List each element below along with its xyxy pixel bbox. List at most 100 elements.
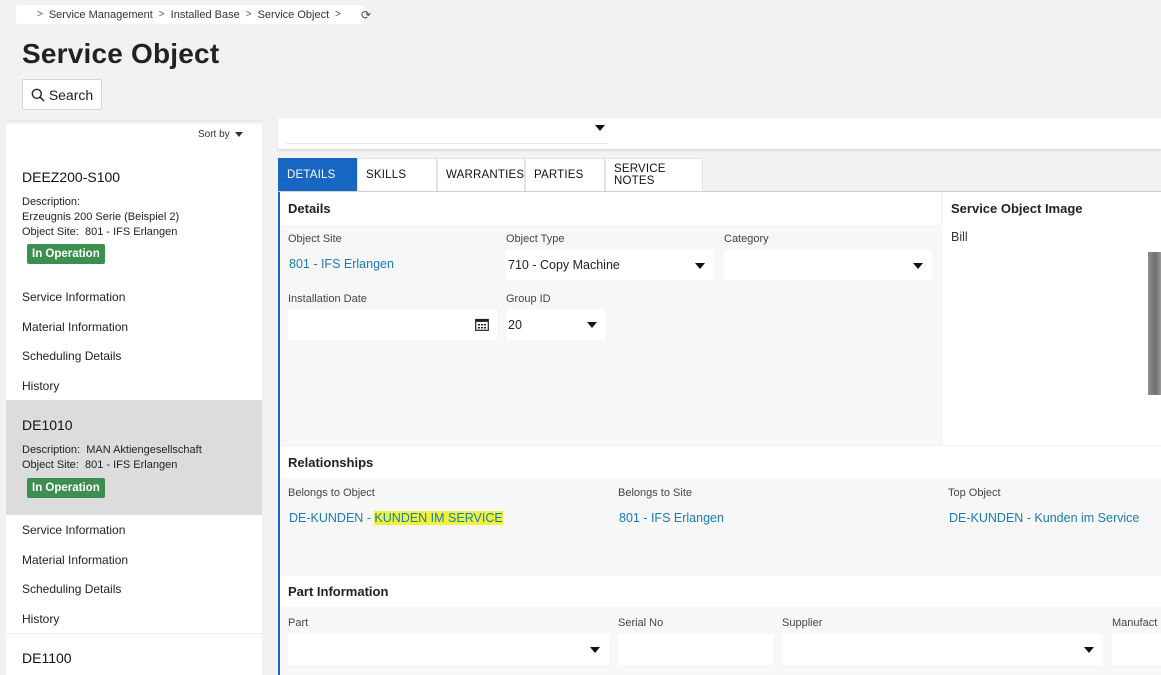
part-label: Part (288, 617, 309, 629)
refresh-icon[interactable]: ⟳ (361, 8, 371, 22)
list-card[interactable]: DEEZ200-S100 Description: Erzeugnis 200 … (6, 160, 262, 400)
card-nav-links: Service Information Material Information… (6, 515, 262, 635)
card-description-label: Description: (22, 444, 81, 456)
tab-warranties[interactable]: WARRANTIES (437, 158, 525, 191)
list-top-shadow (6, 120, 262, 126)
card-description-value: MAN Aktiengesellschaft (86, 444, 202, 456)
image-section: Service Object Image Bill (943, 192, 1161, 445)
category-select[interactable] (724, 250, 932, 280)
group-id-label: Group ID (506, 293, 551, 305)
serial-no-label: Serial No (618, 617, 664, 629)
card-id: DEEZ200-S100 (22, 169, 121, 185)
supplier-label: Supplier (782, 617, 823, 629)
chevron-right-icon: > (335, 9, 341, 20)
belongs-to-object-link[interactable]: DE-KUNDEN - KUNDEN IM SERVICE (289, 511, 503, 525)
detail-area: DETAILS SKILLS WARRANTIES PARTIES SERVIC… (278, 118, 1161, 675)
tab-content: Details Object Site 801 - IFS Erlangen O… (278, 192, 1161, 675)
breadcrumb-installed-base[interactable]: Installed Base (171, 9, 240, 21)
belongs-to-object-prefix: DE-KUNDEN - (289, 511, 375, 525)
tab-service-notes[interactable]: SERVICE NOTES (605, 158, 703, 191)
card-site: Object Site: 801 - IFS Erlangen (22, 458, 177, 473)
card-description-label: Description: (22, 196, 81, 208)
breadcrumb: > Service Management > Installed Base > … (16, 5, 371, 24)
relationships-heading: Relationships (288, 455, 374, 470)
belongs-to-site-link[interactable]: 801 - IFS Erlangen (619, 511, 724, 525)
group-id-value: 20 (508, 317, 522, 332)
highlighted-text: KUNDEN IM SERVICE (374, 511, 503, 525)
tab-bar: DETAILS SKILLS WARRANTIES PARTIES SERVIC… (278, 158, 1161, 192)
top-object-label: Top Object (948, 487, 1001, 499)
list-card[interactable]: DE1100 (6, 634, 262, 675)
breadcrumb-service-management[interactable]: Service Management (49, 9, 153, 21)
card-id: DE1100 (22, 650, 72, 666)
caret-down-icon (913, 263, 923, 269)
service-object-image[interactable] (1148, 252, 1161, 395)
chevron-right-icon: > (158, 9, 165, 20)
part-info-heading: Part Information (288, 584, 389, 599)
part-info-section: Part Information Part Serial No Supplier… (280, 576, 1161, 675)
installation-date-label: Installation Date (288, 293, 367, 305)
object-site-label: Object Site (288, 233, 342, 245)
caret-down-icon (234, 131, 243, 137)
belongs-to-site-label: Belongs to Site (618, 487, 692, 499)
object-type-value: 710 - Copy Machine (508, 258, 620, 272)
sort-by-dropdown[interactable]: Sort by (198, 129, 243, 140)
nav-scheduling-details[interactable]: Scheduling Details (22, 582, 121, 596)
nav-material-information[interactable]: Material Information (22, 320, 128, 334)
installation-date-input[interactable] (288, 309, 497, 340)
part-select[interactable] (288, 634, 609, 665)
object-type-label: Object Type (506, 233, 565, 245)
chevron-right-icon: > (37, 9, 43, 20)
nav-history[interactable]: History (22, 612, 59, 626)
nav-service-information[interactable]: Service Information (22, 290, 125, 304)
relationships-body (280, 478, 1161, 573)
tab-parties[interactable]: PARTIES (525, 158, 605, 191)
caret-down-icon (595, 125, 605, 131)
card-site-label: Object Site: (22, 226, 79, 238)
card-site-value: 801 - IFS Erlangen (84, 226, 178, 238)
card-site-value: 801 - IFS Erlangen (84, 459, 178, 471)
caret-down-icon (587, 322, 597, 328)
manufacturer-label: Manufact (1112, 617, 1158, 629)
caret-down-icon (590, 647, 600, 653)
image-caption: Bill (951, 230, 968, 244)
card-id: DE1010 (22, 417, 73, 433)
nav-service-information[interactable]: Service Information (22, 523, 125, 537)
calendar-icon[interactable] (475, 318, 489, 331)
breadcrumb-service-object[interactable]: Service Object (258, 9, 330, 21)
serial-no-input[interactable] (618, 634, 773, 665)
details-section: Details Object Site 801 - IFS Erlangen O… (280, 192, 941, 445)
nav-history[interactable]: History (22, 379, 59, 393)
chevron-right-icon: > (245, 9, 252, 20)
supplier-select[interactable] (782, 634, 1103, 665)
relationships-section: Relationships Belongs to Object DE-KUNDE… (280, 447, 1161, 573)
caret-down-icon (1084, 647, 1094, 653)
nav-material-information[interactable]: Material Information (22, 553, 128, 567)
search-icon (31, 88, 45, 102)
search-button[interactable]: Search (22, 79, 102, 110)
header-dropdown[interactable] (286, 118, 608, 144)
image-heading: Service Object Image (951, 201, 1083, 216)
list-card-selected[interactable]: DE1010 Description: MAN Aktiengesellscha… (6, 400, 262, 515)
search-button-label: Search (48, 86, 94, 103)
service-object-list: Sort by DEEZ200-S100 Description: Erzeug… (6, 120, 262, 675)
manufacturer-input[interactable] (1112, 634, 1161, 665)
status-badge: In Operation (27, 244, 105, 264)
nav-scheduling-details[interactable]: Scheduling Details (22, 349, 121, 363)
page-title: Service Object (22, 38, 220, 69)
belongs-to-object-label: Belongs to Object (288, 487, 375, 499)
tab-skills[interactable]: SKILLS (357, 158, 437, 191)
group-id-select[interactable]: 20 (506, 309, 606, 340)
object-site-link[interactable]: 801 - IFS Erlangen (289, 257, 394, 271)
category-label: Category (724, 233, 769, 245)
object-type-select[interactable]: 710 - Copy Machine (506, 250, 714, 280)
card-site-label: Object Site: (22, 459, 79, 471)
top-object-link[interactable]: DE-KUNDEN - Kunden im Service (949, 511, 1139, 525)
card-description: Description: MAN Aktiengesellschaft (22, 443, 202, 458)
caret-down-icon (695, 263, 705, 269)
status-badge: In Operation (27, 478, 105, 498)
sort-by-label: Sort by (198, 129, 230, 140)
card-site: Object Site: 801 - IFS Erlangen (22, 225, 177, 240)
tab-details[interactable]: DETAILS (278, 158, 357, 191)
page: > Service Management > Installed Base > … (0, 0, 1161, 675)
